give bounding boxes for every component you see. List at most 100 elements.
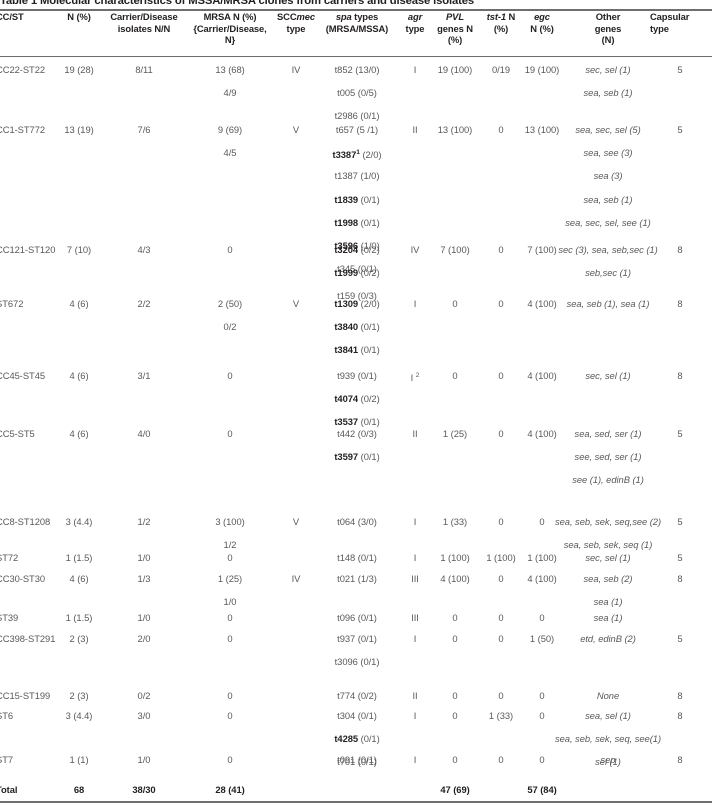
cell-egc: 4 (100)	[527, 370, 557, 381]
cell-cc-st: CC1-ST772	[0, 124, 46, 135]
cell-pvl: 7 (100)	[440, 244, 470, 255]
cell-pvl: 0	[452, 370, 458, 381]
total-mrsa: 28 (41)	[215, 784, 245, 795]
cell-spa-type: t4285 (0/1)	[334, 733, 380, 745]
cell-egc: 4 (100)	[527, 428, 557, 439]
cell-spa-type: t852 (13/0)	[334, 64, 380, 75]
cell-spa-type: t091 (0/1)	[337, 754, 377, 765]
cell-other-genes: sea (1)	[593, 596, 623, 608]
cell-other-genes: sec, sel (1)	[585, 552, 631, 563]
cell-mrsa: 1 (25)	[217, 573, 243, 584]
cell-egc: 19 (100)	[524, 64, 560, 75]
cell-spa-type: t005 (0/5)	[337, 87, 377, 99]
cell-sccmec: V	[292, 516, 300, 527]
cell-other-genes: sea, seb (1)	[583, 193, 633, 205]
cell-pvl: 1 (100)	[440, 552, 470, 563]
column-header-spa: spa types (MRSA/MSSA)	[325, 11, 389, 34]
cell-spa-type: t3096 (0/1)	[334, 656, 380, 668]
cell-pvl: 13 (100)	[437, 124, 473, 135]
cell-cc-st: ST7	[0, 754, 14, 765]
cell-agr-type: I	[413, 552, 417, 563]
column-header-carrier-disease: Carrier/Disease isolates N/N	[110, 11, 178, 34]
cell-mrsa: 0	[227, 552, 233, 563]
cell-carrier-disease: 1/2	[137, 516, 151, 527]
cell-pvl: 19 (100)	[437, 64, 473, 75]
cell-pvl: 1 (33)	[442, 516, 468, 527]
column-header-cc-st: CC/ST	[0, 11, 24, 22]
cell-other-genes: None	[596, 690, 620, 701]
cell-mrsa: 3 (100)	[215, 516, 245, 527]
cell-capsular-type: 5	[677, 124, 683, 135]
column-header-egc: egc N (%)	[530, 11, 554, 34]
cell-tst1: 0	[498, 428, 504, 439]
cell-spa-type: t021 (1/3)	[337, 573, 377, 584]
cell-spa-type: t774 (0/2)	[337, 690, 377, 701]
cell-tst1: 0	[498, 754, 504, 765]
column-header-mrsa: MRSA N (%) {Carrier/Disease, N}	[193, 11, 267, 46]
cell-other-genes: etd, edinB (2)	[580, 633, 636, 644]
cell-other-genes: sea, sed, ser (1)	[574, 428, 642, 439]
column-header-agr: agr type	[405, 11, 425, 34]
total-carrier-disease: 38/30	[132, 784, 156, 795]
total-pvl: 47 (69)	[440, 784, 470, 795]
cell-other-genes: sea (3)	[593, 170, 623, 182]
table-page: Table 1 Molecular characteristics of MSS…	[0, 0, 712, 810]
cell-egc: 4 (100)	[527, 298, 557, 309]
cell-mrsa: 4/5	[223, 147, 237, 159]
cell-cc-st: CC22-ST22	[0, 64, 46, 75]
cell-agr-type: III	[411, 573, 419, 584]
cell-spa-type: t1387 (1/0)	[334, 170, 380, 182]
cell-mrsa: 0	[227, 690, 233, 701]
cell-egc: 0	[539, 710, 545, 721]
cell-mrsa: 1/0	[223, 596, 237, 608]
cell-mrsa: 0	[227, 428, 233, 439]
total-n-pct: 68	[73, 784, 85, 795]
cell-pvl: 0	[452, 690, 458, 701]
cell-n-pct: 13 (19)	[64, 124, 94, 135]
cell-n-pct: 3 (4.4)	[65, 516, 93, 527]
cell-capsular-type: 8	[677, 298, 683, 309]
cell-spa-type: t657 (5 /1)	[335, 124, 379, 135]
total-label: Total	[0, 784, 18, 795]
cell-tst1: 0/19	[491, 64, 511, 75]
cell-agr-type: I	[413, 516, 417, 527]
cell-mrsa: 1/2	[223, 539, 237, 551]
column-header-other-genes: Other genes (N)	[594, 11, 622, 46]
cell-n-pct: 3 (4.4)	[65, 710, 93, 721]
cell-egc: 0	[539, 516, 545, 527]
cell-other-genes: sea, seb, sek, seq,see (2)	[554, 516, 662, 527]
cell-spa-type: t3840 (0/1)	[334, 321, 380, 333]
cell-cc-st: CC45-ST45	[0, 370, 46, 381]
cell-capsular-type: 8	[677, 690, 683, 701]
column-header-capsular-type: Capsular type	[650, 11, 690, 34]
cell-n-pct: 1 (1)	[69, 754, 89, 765]
cell-egc: 0	[539, 612, 545, 623]
cell-carrier-disease: 8/11	[135, 64, 153, 75]
cell-capsular-type: 8	[677, 754, 683, 765]
cell-pvl: 0	[452, 612, 458, 623]
cell-cc-st: ST72	[0, 552, 19, 563]
cell-spa-type: t1309 (2/0)	[334, 298, 380, 309]
cell-agr-type: I	[413, 710, 417, 721]
cell-spa-type: t2986 (0/1)	[334, 110, 380, 122]
cell-other-genes: sea, sel (1)	[585, 710, 631, 721]
cell-mrsa: 0	[227, 244, 233, 255]
cell-egc: 1 (50)	[529, 633, 555, 644]
cell-capsular-type: 5	[677, 516, 683, 527]
cell-carrier-disease: 4/3	[137, 244, 151, 255]
cell-spa-type: t096 (0/1)	[337, 612, 377, 623]
cell-other-genes: sea, sec, sel (5)	[575, 124, 641, 135]
cell-egc: 7 (100)	[527, 244, 557, 255]
cell-tst1: 0	[498, 298, 504, 309]
cell-n-pct: 4 (6)	[69, 370, 89, 381]
cell-other-genes: sea (1)	[593, 612, 623, 623]
cell-tst1: 0	[498, 370, 504, 381]
cell-n-pct: 4 (6)	[69, 298, 89, 309]
cell-pvl: 0	[452, 633, 458, 644]
cell-mrsa: 0	[227, 633, 233, 644]
cell-capsular-type: 5	[677, 64, 683, 75]
table-header-row: CC/ST N (%) Carrier/Diseaseisolates N/N …	[0, 11, 712, 56]
cell-other-genes: seb,sec (1)	[585, 267, 631, 279]
cell-other-genes: sea, seb (1), sea (1)	[566, 298, 650, 309]
cell-carrier-disease: 7/6	[137, 124, 151, 135]
